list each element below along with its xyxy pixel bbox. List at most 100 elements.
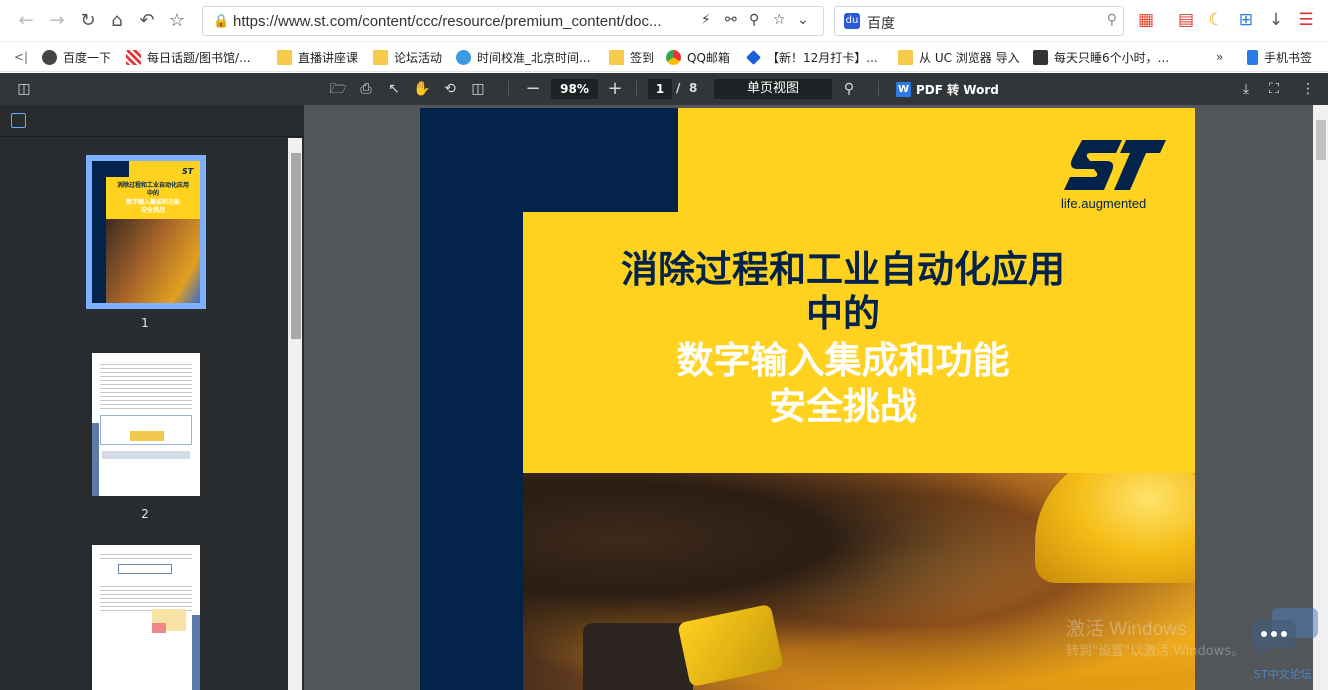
bookmark-item[interactable]: 每日话题/图书馆/... [126,48,251,66]
bookmark-label: 手机书签 [1264,50,1313,65]
bookmark-item[interactable]: 时间校准_北京时间... [456,48,590,66]
moon-icon[interactable]: ☾ [1205,9,1227,31]
folder-icon [277,49,292,65]
bookmark-label: 从 UC 浏览器 导入 [919,50,1020,65]
viewer-scrollbar[interactable] [1313,105,1328,690]
bookmark-item[interactable]: 论坛活动 [373,48,442,66]
thumbnail-sidebar: ST 消除过程和工业自动化应用 中的 数字输入集成和功能 安全挑战 1 2 [0,105,304,690]
bookmark-item[interactable]: 签到 [609,48,654,66]
hand-icon[interactable]: ✋ [413,80,431,98]
sidebar-header [0,105,304,137]
zoom-out-icon[interactable]: − [524,80,542,98]
more-options-icon[interactable]: ⋮ [1299,80,1317,98]
menu-icon[interactable]: ☰ [1295,9,1317,31]
undo-icon[interactable]: ↶ [135,9,159,33]
pdf-icon[interactable]: ▤ [1175,9,1197,31]
search-icon[interactable]: ⚲ [1107,12,1117,28]
zoom-in-icon[interactable]: + [606,80,624,98]
share-icon[interactable]: ⚯ [725,12,737,28]
bookmark-item[interactable]: 【新！12月打卡】... [746,48,878,66]
document-title: 消除过程和工业自动化应用 中的 [523,248,1163,336]
lock-icon: 🔒 [213,14,230,29]
search-icon[interactable]: ⚲ [840,80,858,98]
more-bookmarks-icon[interactable]: » [1216,48,1223,66]
viewer-scrollbar-thumb[interactable] [1316,120,1326,160]
pdf-to-word-label: PDF 转 Word [916,83,999,97]
download-icon[interactable]: ⤓ [1237,80,1255,98]
crop-icon[interactable]: ⊞ [1235,9,1257,31]
rotate-icon[interactable]: ⟲ [441,80,459,98]
open-folder-icon[interactable]: 🗁 [329,80,347,98]
forward-icon[interactable]: → [45,9,69,33]
sidebar-toggle-icon[interactable]: ◫ [15,80,33,98]
thumbnail-diagram [118,564,172,574]
favorite-icon[interactable]: ☆ [773,12,786,28]
chevron-down-icon[interactable]: ⌄ [797,12,809,28]
title-line: 消除过程和工业自动化应用 [621,248,1065,291]
bookmark-item[interactable]: 手机书签 [1247,48,1312,66]
pdf-to-word-button[interactable]: W PDF 转 Word [896,81,999,98]
star-icon[interactable]: ☆ [165,9,189,33]
download-icon[interactable]: ↓ [1265,9,1287,31]
pdf-viewer[interactable]: life.augmented 消除过程和工业自动化应用 中的 数字输入集成和功能… [304,105,1328,690]
lightning-icon[interactable]: ⚡ [701,12,711,28]
bookmark-label: 每日话题/图书馆/... [147,50,251,65]
fit-page-icon[interactable]: ◫ [469,80,487,98]
pointer-icon[interactable]: ↖ [385,80,403,98]
chat-bubble-icon[interactable] [1250,606,1320,658]
back-icon[interactable]: ← [14,9,38,33]
search-box[interactable]: du 百度 ⚲ [834,6,1124,36]
thumbnail-text-lines [100,551,192,559]
thumbnail-logo-icon: ST [182,167,194,176]
apps-icon[interactable]: ▦ [1135,9,1157,31]
page-number-input[interactable]: 1 [648,79,672,99]
thumbnail-title-line: 安全挑战 [140,207,165,214]
thumbnail-cover: ST 消除过程和工业自动化应用 中的 数字输入集成和功能 安全挑战 [92,161,200,303]
thumbnail-title-line: 消除过程和工业自动化应用 [116,182,189,189]
reload-icon[interactable]: ↻ [76,9,100,33]
thumbnail-subtitle: 数字输入集成和功能 安全挑战 [106,199,200,215]
forum-label[interactable]: ST中文论坛 [1254,666,1312,682]
bookmark-item[interactable]: 每天只睡6个小时，... [1033,48,1169,66]
folder-icon [609,49,624,65]
thumbnail-title-line: 中的 [146,190,159,197]
fullscreen-icon[interactable]: ⛶ [1265,80,1283,98]
home-icon[interactable]: ⌂ [105,9,129,33]
thumbnail-photo [106,219,200,303]
view-mode-select[interactable]: 单页视图 [714,79,832,99]
document-subtitle: 数字输入集成和功能 安全挑战 [523,338,1163,430]
folder-icon [898,49,913,65]
st-logo-icon [1064,140,1166,190]
word-icon: W [896,82,911,97]
bookmark-label: 百度一下 [63,50,112,65]
bookmark-item[interactable]: 百度一下 [42,48,111,66]
print-icon[interactable]: ⎙ [357,80,375,98]
address-bar[interactable]: 🔒 https://www.st.com/content/ccc/resourc… [202,6,824,36]
url-text[interactable]: https://www.st.com/content/ccc/resource/… [233,13,662,30]
thumbnails-view-icon[interactable] [11,113,26,128]
bookmark-label: 直播讲座课 [298,50,359,65]
zoom-icon[interactable]: ⚲ [749,12,759,28]
thumbnail-title: 消除过程和工业自动化应用 中的 [106,182,200,198]
search-engine-label[interactable]: 百度 [867,13,895,33]
bookmark-label: 论坛活动 [394,50,443,65]
subtitle-line: 数字输入集成和功能 [676,339,1010,382]
bookmark-item[interactable]: 从 UC 浏览器 导入 [898,48,1020,66]
folder-icon [373,49,388,65]
grid-icon [126,49,141,65]
thumbnail-page-2[interactable] [92,353,200,496]
bookmark-label: 签到 [630,50,655,65]
bookmark-item[interactable]: QQ邮箱 [666,48,730,66]
sidebar-toggle-icon[interactable]: <| [14,48,28,66]
globe-icon [42,49,57,65]
robot-image [583,623,693,690]
thumbnail-side-bar [92,423,99,496]
thumbnail-navy-block [92,161,129,177]
sidebar-scrollbar-thumb[interactable] [291,153,301,339]
bookmark-item[interactable]: 直播讲座课 [277,48,358,66]
page-total: 8 [689,81,698,95]
subtitle-line: 安全挑战 [769,385,917,428]
zoom-value[interactable]: 98% [551,79,598,99]
thumbnail-page-1-selected[interactable]: ST 消除过程和工业自动化应用 中的 数字输入集成和功能 安全挑战 [86,155,206,309]
thumbnail-page-3[interactable] [92,545,200,690]
